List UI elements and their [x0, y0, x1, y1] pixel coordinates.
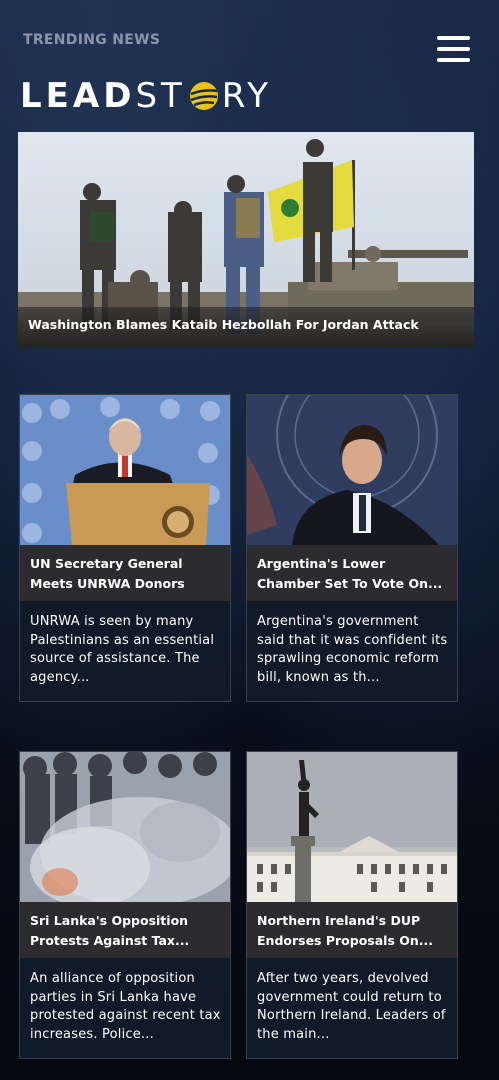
article-summary: After two years, devolved government cou… — [257, 971, 446, 1042]
article-title-bar: UN Secretary General Meets UNRWA Donors — [20, 545, 230, 601]
article-card-northern-ireland[interactable]: Northern Ireland's DUP Endorses Proposal… — [246, 751, 458, 1059]
article-image-srilanka — [20, 752, 230, 902]
article-title[interactable]: Northern Ireland's DUP Endorses Proposal… — [257, 911, 449, 951]
hero-headline[interactable]: Washington Blames Kataib Hezbollah For J… — [28, 317, 419, 332]
article-title-bar: Northern Ireland's DUP Endorses Proposal… — [247, 902, 457, 958]
hero-article[interactable]: Washington Blames Kataib Hezbollah For J… — [18, 132, 474, 347]
article-summary: Argentina's government said that it was … — [257, 614, 448, 685]
article-summary: An alliance of opposition parties in Sri… — [30, 971, 221, 1042]
article-card-un[interactable]: UN Secretary General Meets UNRWA Donors … — [19, 394, 231, 702]
article-card-srilanka[interactable]: Sri Lanka's Opposition Protests Against … — [19, 751, 231, 1059]
hero-caption: Washington Blames Kataib Hezbollah For J… — [18, 307, 474, 347]
article-title[interactable]: UN Secretary General Meets UNRWA Donors — [30, 554, 222, 594]
article-card-argentina[interactable]: Argentina's Lower Chamber Set To Vote On… — [246, 394, 458, 702]
leadstory-logo[interactable]: LEAD ST RY — [20, 76, 272, 116]
logo-text-ry: RY — [221, 76, 273, 116]
article-image-stormont — [247, 752, 457, 902]
article-title-bar: Argentina's Lower Chamber Set To Vote On… — [247, 545, 457, 601]
trending-news-label[interactable]: TRENDING NEWS — [23, 32, 160, 48]
hamburger-menu-icon[interactable] — [437, 36, 471, 64]
article-summary: UNRWA is seen by many Palestinians as an… — [30, 614, 215, 685]
article-title[interactable]: Argentina's Lower Chamber Set To Vote On… — [257, 554, 449, 594]
logo-text-lead: LEAD — [20, 76, 136, 116]
article-image-argentina — [247, 395, 457, 545]
article-title-bar: Sri Lanka's Opposition Protests Against … — [20, 902, 230, 958]
article-image-un — [20, 395, 230, 545]
logo-text-st: ST — [135, 76, 186, 116]
article-title[interactable]: Sri Lanka's Opposition Protests Against … — [30, 911, 222, 951]
logo-ball-icon — [189, 82, 218, 110]
news-page: TRENDING NEWS LEAD ST RY Washington Blam… — [0, 0, 499, 1080]
